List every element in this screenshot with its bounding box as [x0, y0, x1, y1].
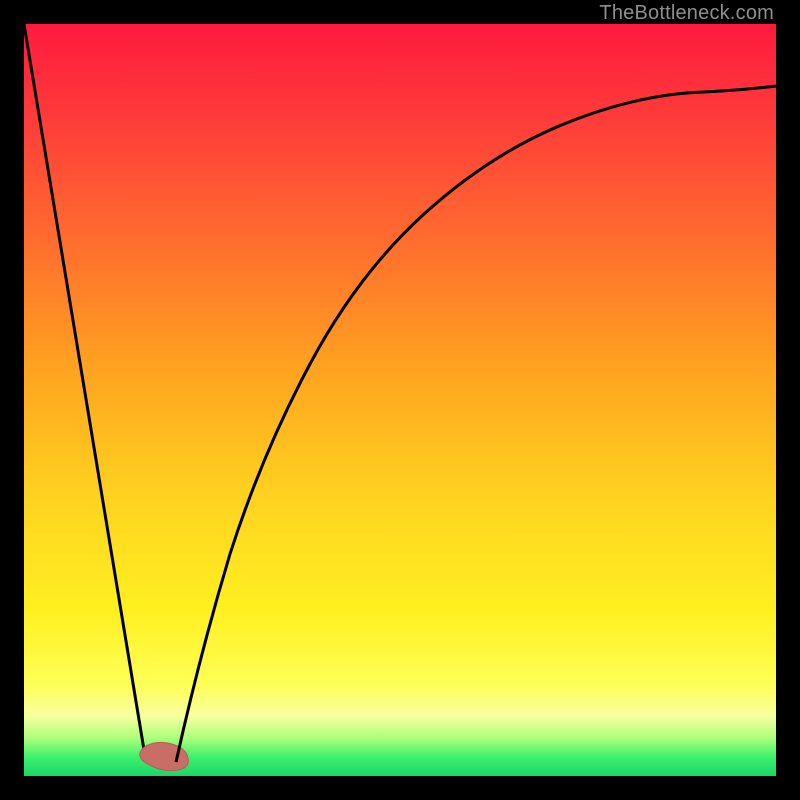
plot-area	[24, 24, 776, 776]
watermark-text: TheBottleneck.com	[599, 2, 774, 25]
curve-layer	[24, 24, 776, 776]
bottom-blob	[140, 742, 189, 770]
left-line	[24, 24, 146, 762]
chart-frame: TheBottleneck.com	[0, 0, 800, 800]
right-curve	[176, 86, 776, 762]
